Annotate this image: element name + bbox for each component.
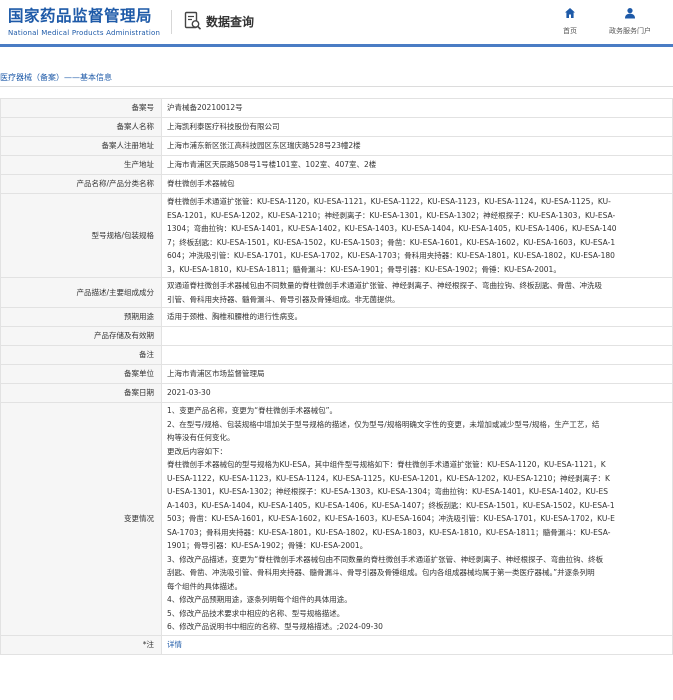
changes-line: 503；骨凿：KU-ESA-1601，KU-ESA-1602，KU-ESA-16… <box>167 514 615 523</box>
table-row: 预期用途 适用于颈椎、胸椎和腰椎的退行性病变。 <box>0 307 673 327</box>
intended-use-label: 预期用途 <box>0 307 162 327</box>
storage-value <box>161 326 673 346</box>
models-line: 3，KU-ESA-1810，KU-ESA-1811；髓骨漏斗：KU-ESA-19… <box>167 264 561 274</box>
changes-line: 6、修改产品说明书中相应的名称、型号规格描述。;2024-09-30 <box>167 622 383 631</box>
table-row: 备案日期 2021-03-30 <box>0 383 673 403</box>
table-row: 备案号 沪青械备20210012号 <box>0 98 673 118</box>
changes-line: SA-1703；骨科用夹持器：KU-ESA-1801，KU-ESA-1802，K… <box>167 527 611 537</box>
notes-label: *注 <box>0 634 162 655</box>
product-name-label: 产品名称/产品分类名称 <box>0 174 162 194</box>
table-row: *注 详情 <box>0 634 673 655</box>
table-row: 变更情况 1、变更产品名称，变更为“脊柱微创手术器械包”。 2、在型号/规格、包… <box>0 402 673 636</box>
record-detail-table: 备案号 沪青械备20210012号 备案人名称 上海凯利泰医疗科技股份有限公司 … <box>0 98 673 655</box>
changes-label: 变更情况 <box>0 402 162 636</box>
remarks-label: 备注 <box>0 345 162 365</box>
changes-line: 2、在型号/规格、包装规格中增加关于型号规格的描述，仅为型号/规格明确文字性的变… <box>167 419 600 429</box>
filing-no-value: 沪青械备20210012号 <box>161 98 673 118</box>
models-value: 脊柱微创手术通道扩张管：KU-ESA-1120，KU-ESA-1121，KU-E… <box>161 193 673 278</box>
table-row: 备注 <box>0 345 673 365</box>
changes-line: 更改后内容如下： <box>167 446 227 456</box>
production-address-label: 生产地址 <box>0 155 162 175</box>
breadcrumb: 医疗器械（备案）——基本信息 <box>0 73 112 82</box>
site-logo[interactable]: 国家药品监督管理局 National Medical Products Admi… <box>8 7 160 37</box>
home-icon <box>565 8 575 18</box>
nav-service-portal[interactable]: 政务服务门户 <box>600 7 660 36</box>
changes-value: 1、变更产品名称，变更为“脊柱微创手术器械包”。 2、在型号/规格、包装规格中增… <box>161 402 673 636</box>
user-icon <box>625 8 635 19</box>
models-line: 1304；弯曲拉钩：KU-ESA-1401，KU-ESA-1402，KU-ESA… <box>167 224 617 233</box>
changes-line: 1901；骨导引器：KU-ESA-1902；骨锤：KU-ESA-2001。 <box>167 541 368 550</box>
site-header: 国家药品监督管理局 National Medical Products Admi… <box>0 0 673 44</box>
breadcrumb-divider <box>0 86 673 87</box>
changes-line: 3、修改产品描述，变更为“脊柱微创手术器械包由不同数量的脊柱微创手术通道扩张管、… <box>167 554 604 564</box>
table-row: 生产地址 上海市青浦区天辰路508号1号楼101室、102室、407室、2楼 <box>0 155 673 175</box>
brand-name-en: National Medical Products Administration <box>8 29 161 37</box>
brand-name-cn: 国家药品监督管理局 <box>8 7 153 25</box>
changes-line: 每个组件的具体描述。 <box>167 581 242 591</box>
changes-line: 脊柱微创手术器械包的型号规格为KU-ESA，其中组件型号规格如下：脊柱微创手术通… <box>167 460 606 469</box>
notes-value: 详情 <box>161 634 673 655</box>
query-label: 数据查询 <box>206 14 255 29</box>
filer-name-value: 上海凯利泰医疗科技股份有限公司 <box>161 117 673 137</box>
production-address-value: 上海市青浦区天辰路508号1号楼101室、102室、407室、2楼 <box>161 155 673 175</box>
nav-home[interactable]: 首页 <box>558 7 582 36</box>
table-row: 产品存储及有效期 <box>0 326 673 346</box>
filing-date-label: 备案日期 <box>0 383 162 403</box>
filer-name-label: 备案人名称 <box>0 117 162 137</box>
models-line: 604；冲洗吸引管：KU-ESA-1701，KU-ESA-1702，KU-ESA… <box>167 251 615 260</box>
filer-address-value: 上海市浦东新区张江高科技园区东区瑞庆路528号23幢2楼 <box>161 136 673 156</box>
table-row: 产品描述/主要组成成分 双通道脊柱微创手术器械包由不同数量的脊柱微创手术通道扩张… <box>0 277 673 308</box>
table-row: 备案人注册地址 上海市浦东新区张江高科技园区东区瑞庆路528号23幢2楼 <box>0 136 673 156</box>
product-name-value: 脊柱微创手术器械包 <box>161 174 673 194</box>
changes-line: 构等没有任何变化。 <box>167 433 235 442</box>
changes-line: 1、变更产品名称，变更为“脊柱微创手术器械包”。 <box>167 406 338 415</box>
models-line: 脊柱微创手术通道扩张管：KU-ESA-1120，KU-ESA-1121，KU-E… <box>167 197 611 206</box>
table-row: 备案人名称 上海凯利泰医疗科技股份有限公司 <box>0 117 673 137</box>
filing-no-label: 备案号 <box>0 98 162 118</box>
changes-line: 4、修改产品预期用途，逐条列明每个组件的具体用途。 <box>167 595 352 604</box>
changes-line: 5、修改产品技术要求中相应的名称、型号规格描述。 <box>167 608 345 618</box>
description-label: 产品描述/主要组成成分 <box>0 277 162 308</box>
filer-address-label: 备案人注册地址 <box>0 136 162 156</box>
description-line: 双通道脊柱微创手术器械包由不同数量的脊柱微创手术通道扩张管、神经剥离子、神经根探… <box>167 281 602 290</box>
models-line: 7；终板刮匙：KU-ESA-1501，KU-ESA-1502，KU-ESA-15… <box>167 237 616 247</box>
storage-label: 产品存储及有效期 <box>0 326 162 346</box>
changes-line: U-ESA-1301，KU-ESA-1302；神经根探子：KU-ESA-1303… <box>167 487 609 496</box>
table-row: 备案单位 上海市青浦区市场监督管理局 <box>0 364 673 384</box>
changes-line: A-1403，KU-ESA-1404，KU-ESA-1405，KU-ESA-14… <box>167 500 615 510</box>
description-value: 双通道脊柱微创手术器械包由不同数量的脊柱微创手术通道扩张管、神经剥离子、神经根探… <box>161 277 673 308</box>
document-search-icon <box>184 11 202 30</box>
filing-date-value: 2021-03-30 <box>161 383 673 403</box>
table-row: 型号规格/包装规格 脊柱微创手术通道扩张管：KU-ESA-1120，KU-ESA… <box>0 193 673 278</box>
details-link[interactable]: 详情 <box>167 640 182 649</box>
data-query-title: 数据查询 <box>184 11 254 31</box>
changes-line: 刮匙、骨凿、冲洗吸引管、骨科用夹持器、髓骨漏斗、骨导引器及骨锤组成。包内各组成器… <box>167 568 595 577</box>
intended-use-value: 适用于颈椎、胸椎和腰椎的退行性病变。 <box>161 307 673 327</box>
table-row: 产品名称/产品分类名称 脊柱微创手术器械包 <box>0 174 673 194</box>
models-line: ESA-1201，KU-ESA-1202，KU-ESA-1210；神经剥离子：K… <box>167 210 616 220</box>
filing-unit-value: 上海市青浦区市场监督管理局 <box>161 364 673 384</box>
header-divider <box>171 10 172 34</box>
changes-line: U-ESA-1122，KU-ESA-1123，KU-ESA-1124，KU-ES… <box>167 473 610 483</box>
remarks-value <box>161 345 673 365</box>
nav-portal-label: 政务服务门户 <box>609 27 651 35</box>
filing-unit-label: 备案单位 <box>0 364 162 384</box>
header-accent-bar <box>0 44 673 47</box>
nav-home-label: 首页 <box>563 27 577 35</box>
models-label: 型号规格/包装规格 <box>0 193 162 278</box>
description-line: 引管、骨科用夹持器、髓骨漏斗、骨导引器及骨锤组成。非无菌提供。 <box>167 294 400 304</box>
